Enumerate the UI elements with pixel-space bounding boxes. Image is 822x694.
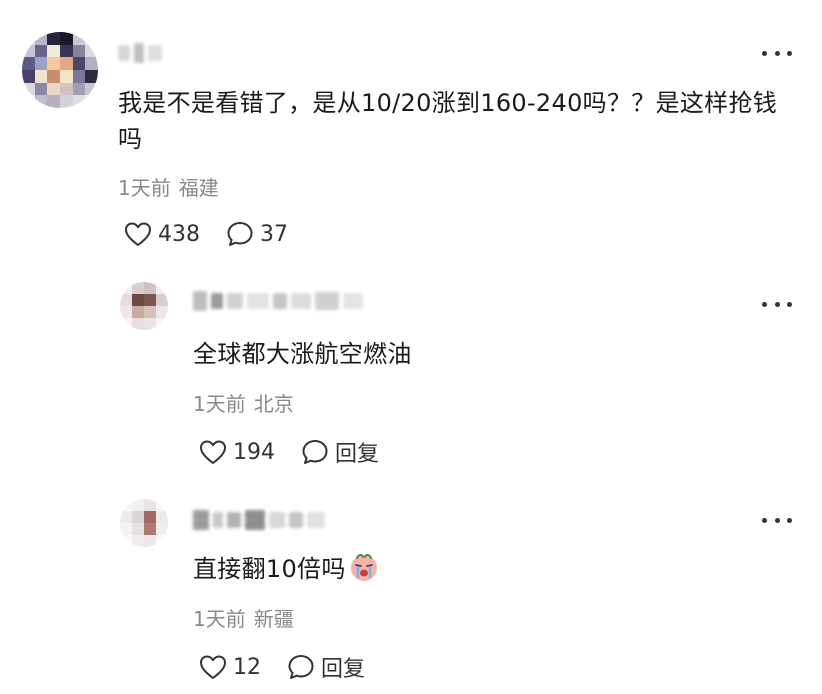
crying-face-emoji [350,553,377,581]
username[interactable] [118,40,162,66]
timestamp: 1天前 [193,392,246,416]
reply-label: 回复 [321,657,366,682]
more-horizontal-icon[interactable] [762,294,792,314]
reply-actions: 12 回复 [199,651,365,683]
reply-count-button[interactable]: 37 [226,220,288,248]
comment-text: 我是不是看错了，是从10/20涨到160-240吗？？是这样抢钱吗 [118,89,778,153]
reply-label: 回复 [335,442,380,467]
avatar[interactable] [22,32,98,108]
like-count: 438 [158,221,200,247]
location: 福建 [178,176,219,200]
timestamp: 1天前 [193,607,246,631]
heart-outline-icon [200,440,226,464]
reply-item: 全球都大涨航空燃油 1天前 北京 194 回复 [0,270,822,485]
location: 北京 [253,392,294,416]
reply-text: 直接翻10倍吗 [193,551,380,587]
like-button[interactable]: 438 [124,221,200,247]
reply-meta: 1天前 新疆 [193,605,294,633]
username[interactable] [193,507,325,533]
username[interactable] [193,288,363,314]
speech-bubble-icon [227,222,253,246]
reply-item: 直接翻10倍吗 1天前 新疆 12 回复 [0,485,822,694]
speech-bubble-icon [288,655,314,679]
like-count: 12 [233,654,261,680]
more-horizontal-icon[interactable] [762,510,792,530]
like-count: 194 [233,439,275,465]
speech-bubble-icon [302,440,328,464]
timestamp: 1天前 [118,176,171,200]
reply-button[interactable]: 回复 [301,436,379,468]
reply-button[interactable]: 回复 [287,651,365,683]
like-button[interactable]: 12 [199,654,261,680]
heart-outline-icon [200,655,226,679]
reply-count: 37 [260,221,288,247]
comment-item: 我是不是看错了，是从10/20涨到160-240吗？？是这样抢钱吗 1天前 福建 … [0,0,822,270]
avatar[interactable] [120,282,168,330]
comment-meta: 1天前 福建 [118,174,219,202]
reply-meta: 1天前 北京 [193,390,294,418]
reply-text: 全球都大涨航空燃油 [193,340,412,368]
heart-outline-icon [125,222,151,246]
more-horizontal-icon[interactable] [762,43,792,63]
reply-actions: 194 回复 [199,436,379,468]
location: 新疆 [253,607,294,631]
comment-actions: 438 37 [124,220,288,248]
avatar[interactable] [120,499,168,547]
like-button[interactable]: 194 [199,439,275,465]
